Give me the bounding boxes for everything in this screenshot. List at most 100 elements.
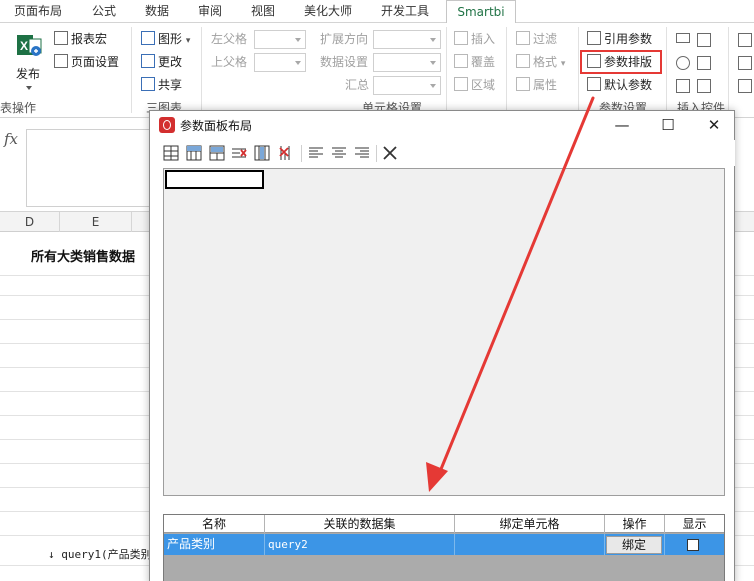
delete-column-icon[interactable] <box>277 145 293 161</box>
tab-review[interactable]: 审阅 <box>186 0 234 23</box>
ref-param-button[interactable]: 引用参数 <box>587 29 652 49</box>
tab-page-layout[interactable]: 页面布局 <box>0 0 76 23</box>
left-parent-label: 左父格 <box>211 32 248 46</box>
page-setup-button[interactable]: 页面设置 <box>54 52 119 72</box>
ribbon: X 发布 报表宏 页面设置 表操作 图形 ▾ 更改 共享 三图表 左父格 上父格… <box>0 23 754 118</box>
dialog-toolbar <box>151 140 735 166</box>
chart-icon <box>141 31 155 45</box>
overwrite-icon <box>454 54 468 68</box>
top-parent-select[interactable] <box>254 53 306 72</box>
minimize-button[interactable]: — <box>599 111 645 139</box>
tab-beautify[interactable]: 美化大师 <box>292 0 364 23</box>
table-row[interactable]: 产品类别 query2 绑定 <box>164 534 724 555</box>
delete-row-icon[interactable] <box>231 145 247 161</box>
attribute-label: 属性 <box>533 78 558 92</box>
tab-formulas[interactable]: 公式 <box>80 0 128 23</box>
param-table: 名称 关联的数据集 绑定单元格 操作 显示 产品类别 query2 绑定 <box>163 514 725 581</box>
toolbar-separator <box>376 145 377 162</box>
split-cells-icon[interactable] <box>209 145 225 161</box>
align-center-icon[interactable] <box>331 145 347 161</box>
attribute-button[interactable]: 属性 <box>516 75 557 95</box>
format-button[interactable]: 格式 ▾ <box>516 52 565 72</box>
list-control-icon[interactable] <box>697 33 711 47</box>
maximize-button[interactable]: ☐ <box>645 111 691 139</box>
checkbox-control-icon[interactable] <box>676 79 690 93</box>
top-parent-label: 上父格 <box>211 55 248 69</box>
ribbon-tab-bar: 页面布局 公式 数据 审阅 视图 美化大师 开发工具 Smartbi <box>0 0 754 24</box>
left-parent-select[interactable] <box>254 30 306 49</box>
chart-label: 图形 <box>158 32 183 46</box>
header-bound-cell: 绑定单元格 <box>455 515 605 533</box>
formula-input[interactable] <box>26 129 150 207</box>
change-label: 更改 <box>158 55 183 69</box>
sheet-title: 所有大类销售数据 <box>31 250 136 265</box>
ribbon-separator <box>131 27 132 113</box>
cell-expand-note: ↓ query1(产品类别 <box>48 548 152 561</box>
spreadsheet-control-icon[interactable] <box>738 33 752 47</box>
insert-column-icon[interactable] <box>186 145 202 161</box>
edit-control-icon[interactable] <box>738 56 752 70</box>
align-left-icon[interactable] <box>308 145 324 161</box>
change-icon <box>141 54 155 68</box>
param-name-cell[interactable]: 产品类别 <box>164 534 265 555</box>
param-dataset-cell[interactable]: query2 <box>265 534 455 555</box>
tab-developer[interactable]: 开发工具 <box>370 0 440 23</box>
smartbi-logo-icon <box>159 117 175 133</box>
clear-icon[interactable] <box>382 145 398 161</box>
expand-direction-select[interactable] <box>373 30 441 49</box>
selected-layout-cell[interactable] <box>165 170 264 189</box>
image-control-icon[interactable] <box>738 79 752 93</box>
column-header-e[interactable]: E <box>60 212 132 232</box>
excel-publish-icon: X <box>17 35 42 56</box>
param-bound-cell[interactable] <box>455 534 605 555</box>
tab-data[interactable]: 数据 <box>133 0 181 23</box>
filter-icon <box>516 31 530 45</box>
page-setup-label: 页面设置 <box>71 55 120 69</box>
tab-smartbi[interactable]: Smartbi <box>446 0 516 24</box>
chart-button[interactable]: 图形 ▾ <box>141 29 190 49</box>
report-macro-button[interactable]: 报表宏 <box>54 29 107 49</box>
change-button[interactable]: 更改 <box>141 52 182 72</box>
overwrite-button[interactable]: 覆盖 <box>454 52 495 72</box>
overwrite-label: 覆盖 <box>471 55 496 69</box>
expand-direction-label: 扩展方向 <box>320 32 369 46</box>
textbox-control-icon[interactable] <box>676 33 690 43</box>
filter-label: 过滤 <box>533 32 558 46</box>
data-settings-select[interactable] <box>373 53 441 72</box>
default-param-button[interactable]: 默认参数 <box>587 75 652 95</box>
layout-canvas[interactable] <box>163 168 725 496</box>
ribbon-separator <box>506 27 507 113</box>
summary-label: 汇总 <box>345 78 370 92</box>
ribbon-separator <box>578 27 579 113</box>
default-param-icon <box>587 77 601 91</box>
summary-select[interactable] <box>373 76 441 95</box>
function-icon[interactable]: fx <box>0 128 22 150</box>
show-checkbox[interactable] <box>687 539 699 551</box>
column-header-d[interactable]: D <box>0 212 60 232</box>
data-settings-label: 数据设置 <box>320 55 369 69</box>
align-right-icon[interactable] <box>354 145 370 161</box>
combo-control-icon[interactable] <box>697 79 711 93</box>
radio-control-icon[interactable] <box>676 56 690 70</box>
insert-button[interactable]: 插入 <box>454 29 495 49</box>
region-button[interactable]: 区域 <box>454 75 495 95</box>
insert-row-icon[interactable] <box>163 145 179 161</box>
format-label: 格式 <box>533 55 558 69</box>
tab-view[interactable]: 视图 <box>239 0 287 23</box>
share-button[interactable]: 共享 <box>141 75 182 95</box>
param-table-header: 名称 关联的数据集 绑定单元格 操作 显示 <box>164 515 724 533</box>
merge-cells-icon[interactable] <box>254 145 270 161</box>
format-brush-icon <box>516 54 530 68</box>
toolbar-separator <box>301 145 302 162</box>
macro-icon <box>54 31 68 45</box>
bind-button[interactable]: 绑定 <box>606 536 662 554</box>
header-name: 名称 <box>164 515 265 533</box>
header-show: 显示 <box>682 517 707 531</box>
close-button[interactable]: ✕ <box>691 111 737 139</box>
dialog-title-bar[interactable]: 参数面板布局 — ☐ ✕ <box>150 111 734 139</box>
insert-label: 插入 <box>471 32 496 46</box>
filter-button[interactable]: 过滤 <box>516 29 557 49</box>
ref-param-icon <box>587 31 601 45</box>
tree-control-icon[interactable] <box>697 56 711 70</box>
publish-button[interactable]: X 发布 <box>12 31 46 95</box>
